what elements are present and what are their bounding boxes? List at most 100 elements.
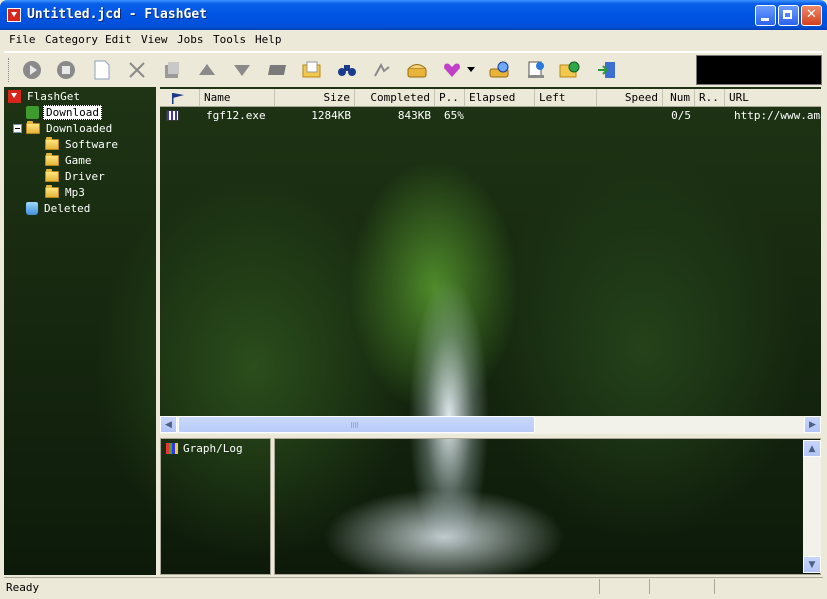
folder-icon (45, 137, 59, 150)
window-title: Untitled.jcd - FlashGet (27, 7, 208, 22)
job-url: http://www.amaz (734, 109, 821, 122)
graph-log-panel: Graph/Log (160, 438, 271, 575)
tree-item-deleted[interactable]: Deleted (26, 201, 92, 216)
speed-dropdown-icon[interactable] (466, 59, 476, 81)
col-left[interactable]: Left (535, 89, 597, 106)
toolbar-grip[interactable] (8, 58, 12, 82)
speed-mode-icon[interactable] (441, 59, 463, 81)
log-vscrollbar[interactable]: ▲ ▼ (803, 440, 821, 573)
site-explorer-icon[interactable] (371, 59, 393, 81)
tree-item-downloaded[interactable]: Downloaded (26, 121, 114, 136)
tree-item-driver[interactable]: Driver (45, 169, 107, 184)
maximize-button[interactable] (778, 5, 799, 26)
web-icon[interactable] (559, 59, 581, 81)
job-percent: 65% (444, 109, 464, 122)
scroll-up-icon[interactable]: ▲ (803, 440, 821, 457)
tree-label-download: Download (43, 105, 102, 120)
close-button[interactable] (801, 5, 822, 26)
pause-icon[interactable] (55, 59, 77, 81)
log-detail-panel (274, 438, 821, 575)
scroll-left-icon[interactable]: ◀ (160, 416, 177, 433)
move-up-icon[interactable] (196, 59, 218, 81)
download-folder-icon (26, 106, 39, 119)
flashget-app-icon[interactable] (7, 8, 21, 22)
scroll-right-icon[interactable]: ▶ (804, 416, 821, 433)
status-separator (599, 579, 600, 594)
scroll-down-icon[interactable]: ▼ (803, 556, 821, 573)
job-left (539, 108, 595, 124)
title-bar[interactable]: Untitled.jcd - FlashGet (0, 0, 827, 30)
col-status[interactable] (160, 89, 200, 106)
job-speed (601, 108, 659, 124)
col-num[interactable]: Num (663, 89, 695, 106)
job-elapsed (469, 108, 531, 124)
status-bar: Ready (4, 577, 823, 596)
minimize-button[interactable] (755, 5, 776, 26)
tree-item-game[interactable]: Game (45, 153, 94, 168)
exit-icon[interactable] (596, 59, 618, 81)
col-size[interactable]: Size (275, 89, 355, 106)
job-name: fgf12.exe (206, 109, 266, 122)
open-folder-icon[interactable] (301, 59, 323, 81)
folder-icon (45, 185, 59, 198)
col-r[interactable]: R.. (695, 89, 725, 106)
dial-icon[interactable] (406, 59, 428, 81)
col-name[interactable]: Name (200, 89, 275, 106)
col-percent[interactable]: P.. (435, 89, 465, 106)
job-num: 0/5 (671, 109, 691, 122)
menu-view[interactable]: View (141, 33, 168, 46)
menu-edit[interactable]: Edit (105, 33, 132, 46)
flashget-root-icon (8, 90, 21, 103)
start-icon[interactable] (21, 59, 43, 81)
job-list-hscrollbar[interactable]: ◀ ▶ (160, 416, 821, 434)
menu-bar: File Category Edit View Jobs Tools Help (4, 30, 823, 52)
folder-icon (45, 169, 59, 182)
job-r (699, 108, 723, 124)
col-completed[interactable]: Completed (355, 89, 435, 106)
graph-log-label[interactable]: Graph/Log (183, 442, 243, 455)
downloaded-collapse-icon[interactable] (13, 124, 22, 133)
tree-item-flashget[interactable]: FlashGet (8, 89, 82, 104)
scroll-thumb[interactable] (178, 416, 535, 433)
search-icon[interactable] (336, 59, 358, 81)
delete-icon[interactable] (126, 59, 148, 81)
speed-meter-display (696, 55, 822, 85)
options-icon[interactable] (525, 59, 547, 81)
tree-label-flashget: FlashGet (27, 90, 80, 103)
col-speed[interactable]: Speed (597, 89, 663, 106)
col-elapsed[interactable]: Elapsed (465, 89, 535, 106)
tree-label-game: Game (65, 154, 92, 167)
tree-label-downloaded: Downloaded (46, 122, 113, 135)
tree-label-deleted: Deleted (44, 202, 91, 215)
tree-item-software[interactable]: Software (45, 137, 120, 152)
category-icon[interactable] (266, 59, 288, 81)
status-separator (649, 579, 650, 594)
tree-item-mp3[interactable]: Mp3 (45, 185, 87, 200)
scheduler-icon[interactable] (488, 59, 510, 81)
job-status-icon (166, 110, 179, 121)
menu-jobs[interactable]: Jobs (177, 33, 204, 46)
flashget-window: Untitled.jcd - FlashGet File Category Ed… (0, 0, 827, 599)
new-job-icon[interactable] (91, 59, 113, 81)
tree-label-mp3: Mp3 (65, 186, 85, 199)
move-down-icon[interactable] (231, 59, 253, 81)
folder-icon (26, 121, 40, 134)
menu-category[interactable]: Category (45, 33, 98, 46)
recycle-bin-icon (26, 202, 38, 215)
properties-icon[interactable] (161, 59, 183, 81)
menu-file[interactable]: File (9, 33, 36, 46)
tree-label-driver: Driver (65, 170, 105, 183)
col-url[interactable]: URL (725, 89, 821, 106)
table-row[interactable]: fgf12.exe 1284KB 843KB 65% 0/5 http://ww… (160, 108, 821, 124)
right-edge (821, 87, 823, 575)
menu-tools[interactable]: Tools (213, 33, 246, 46)
status-separator (714, 579, 715, 594)
tree-item-download[interactable]: Download (26, 105, 102, 120)
toolbar (4, 52, 823, 88)
folder-icon (45, 153, 59, 166)
job-size: 1284KB (311, 109, 351, 122)
menu-help[interactable]: Help (255, 33, 282, 46)
category-tree: FlashGet Download Downloaded Software Ga… (4, 87, 156, 575)
tree-label-software: Software (65, 138, 118, 151)
graph-log-icon (166, 443, 178, 454)
